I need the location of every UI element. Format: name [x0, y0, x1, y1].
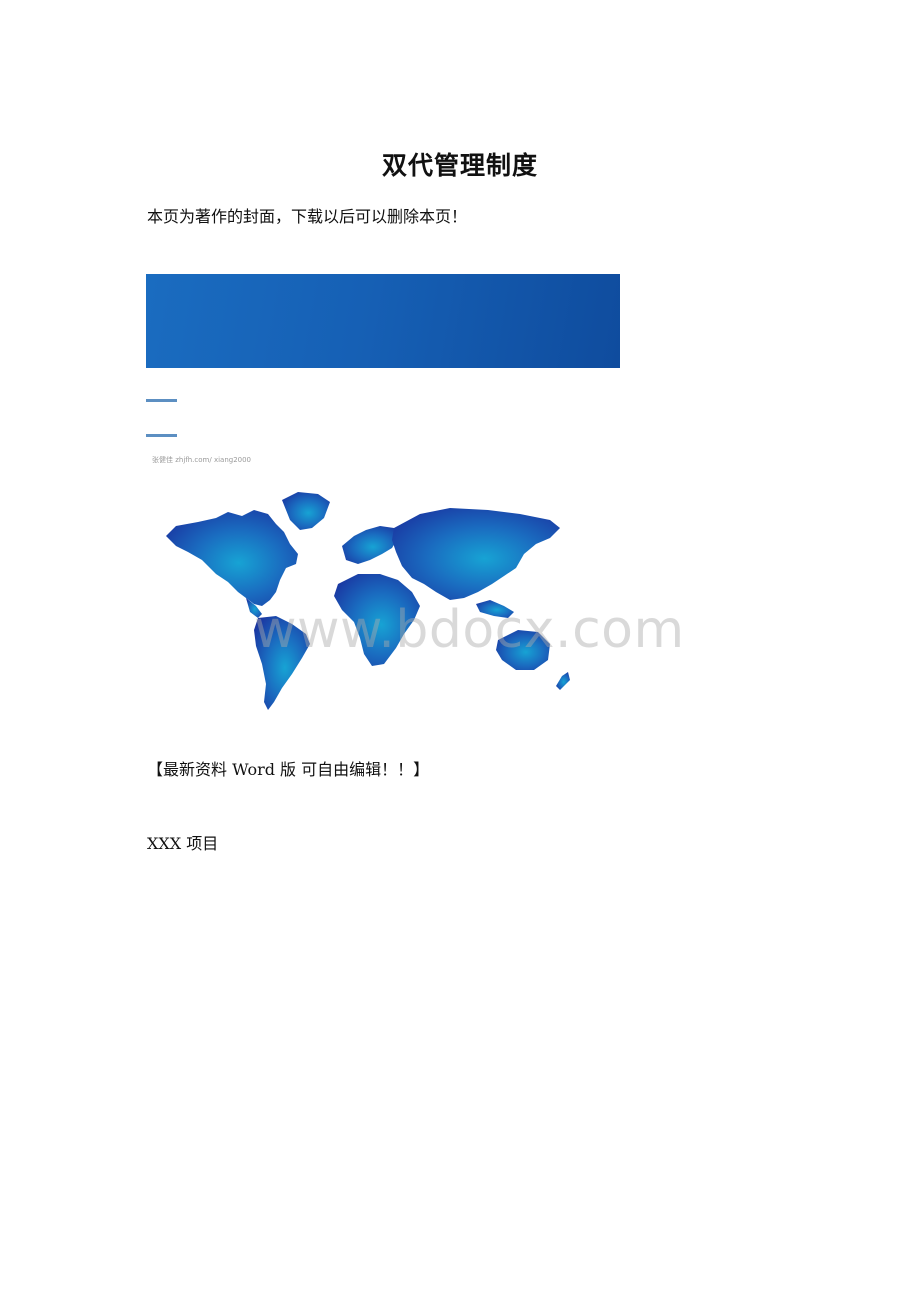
cover-notice: 本页为著作的封面，下载以后可以删除本页！	[147, 207, 468, 226]
new-zealand-shape	[556, 672, 570, 690]
decorative-rule-2	[146, 434, 177, 437]
image-caption: 张健佳 zhjfh.com/ xiang2000	[152, 456, 252, 464]
project-label: XXX 项目	[147, 834, 219, 853]
north-america-shape	[166, 510, 298, 606]
asia-shape	[392, 508, 560, 600]
europe-shape	[342, 526, 398, 564]
edit-notice: 【最新资料 Word 版 可自由编辑！！】	[147, 760, 430, 779]
watermark-text: www.bdocx.com	[254, 600, 685, 660]
decorative-rule-1	[146, 399, 177, 402]
cover-banner	[146, 274, 620, 368]
greenland-shape	[282, 492, 330, 530]
document-title: 双代管理制度	[381, 151, 538, 180]
